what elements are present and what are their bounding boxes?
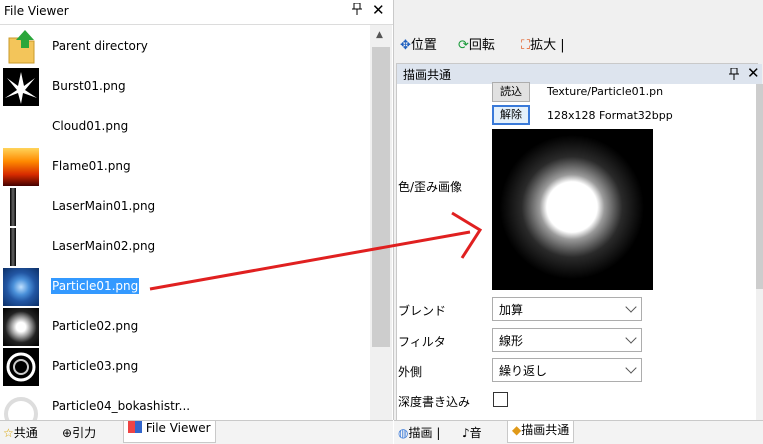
annotation-arrow [149,211,483,291]
